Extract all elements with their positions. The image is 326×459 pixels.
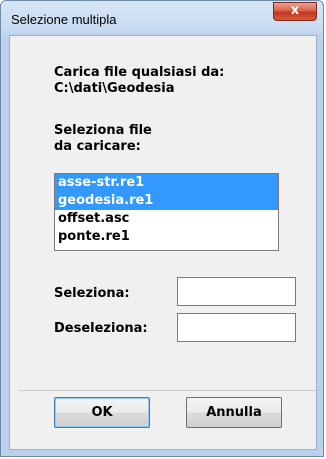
file-list-item[interactable]: ponte.re1 [55, 228, 278, 246]
cancel-button[interactable]: Annulla [186, 397, 282, 428]
deselect-pattern-input[interactable] [177, 313, 296, 342]
source-path: C:\dati\Geodesia [54, 81, 175, 96]
close-button[interactable]: x [273, 2, 317, 21]
select-files-label-line1: Seleziona file [54, 123, 152, 138]
dialog-window: Selezione multipla x Carica file qualsia… [0, 0, 324, 457]
dialog-client-area: Carica file qualsiasi da: C:\dati\Geodes… [9, 35, 317, 450]
window-title: Selezione multipla [11, 12, 117, 27]
select-pattern-input[interactable] [177, 277, 296, 306]
file-list-item[interactable]: geodesia.re1 [55, 192, 278, 210]
title-bar[interactable]: Selezione multipla x [1, 1, 323, 35]
close-icon: x [290, 3, 300, 18]
button-group-divider [19, 390, 315, 391]
file-listbox[interactable]: asse-str.re1 geodesia.re1 offset.asc pon… [54, 173, 279, 251]
file-list-item[interactable]: asse-str.re1 [55, 174, 278, 192]
select-pattern-label: Seleziona: [54, 286, 130, 301]
ok-button[interactable]: OK [54, 397, 150, 428]
file-list-item[interactable]: offset.asc [55, 210, 278, 228]
deselect-pattern-label: Deseleziona: [54, 321, 148, 336]
load-from-label: Carica file qualsiasi da: [54, 65, 225, 80]
select-files-label-line2: da caricare: [54, 139, 141, 154]
